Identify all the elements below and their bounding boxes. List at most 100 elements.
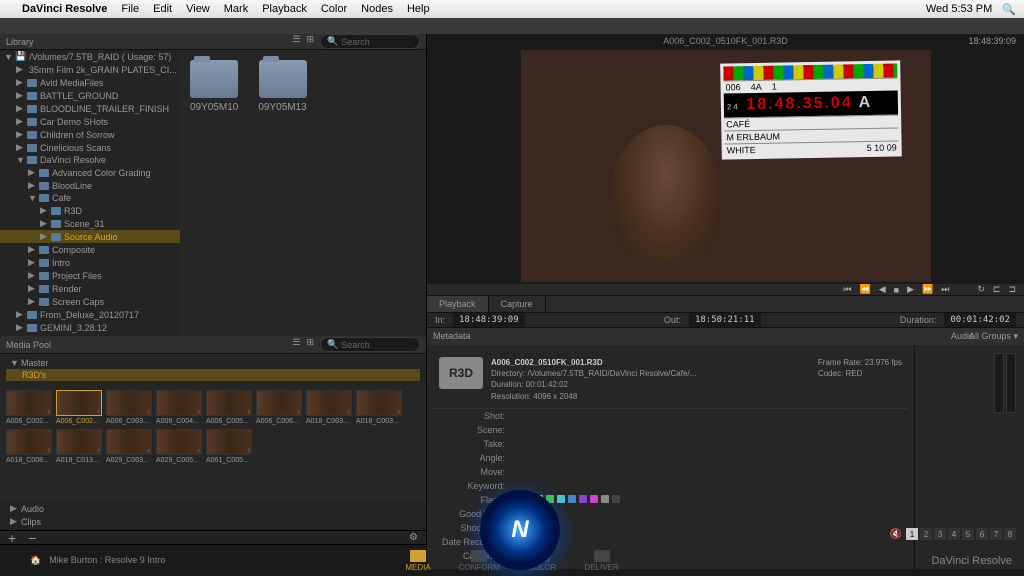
tree-root[interactable]: ▼💾/Volumes/7.5TB_RAID ( Usage: 57) xyxy=(0,50,180,63)
audio-page-button[interactable]: 7 xyxy=(990,528,1002,540)
audio-title: Audio xyxy=(951,331,974,341)
audio-page-button[interactable]: 1 xyxy=(906,528,918,540)
tree-item[interactable]: ▶Children of Sorrow xyxy=(0,128,180,141)
meta-field[interactable]: Take: xyxy=(433,437,908,451)
tree-item[interactable]: ▶Cinelicious Scans xyxy=(0,141,180,154)
audio-page-button[interactable]: 6 xyxy=(976,528,988,540)
meta-field[interactable]: Angle: xyxy=(433,451,908,465)
folder-item[interactable]: 09Y05M10 xyxy=(190,60,238,350)
menu-nodes[interactable]: Nodes xyxy=(361,3,393,15)
tree-item[interactable]: ▶Scene_31 xyxy=(0,217,180,230)
menu-mark[interactable]: Mark xyxy=(224,3,248,15)
menu-view[interactable]: View xyxy=(186,3,210,15)
menu-color[interactable]: Color xyxy=(321,3,347,15)
app-menu[interactable]: DaVinci Resolve xyxy=(22,3,107,15)
step-forward-button[interactable]: ⏩ xyxy=(922,284,933,295)
audio-page-button[interactable]: 5 xyxy=(962,528,974,540)
folder-item[interactable]: 09Y05M13 xyxy=(258,60,306,350)
tree-item[interactable]: ▶BloodLine xyxy=(0,179,180,192)
view-grid-icon[interactable]: ⊞ xyxy=(306,337,314,352)
meta-field[interactable]: Scene: xyxy=(433,423,908,437)
meta-field[interactable]: Shot: xyxy=(433,409,908,423)
bin-selected[interactable]: R3D's xyxy=(6,369,420,381)
bin-audio[interactable]: ▶Audio xyxy=(6,502,420,515)
audio-page-button[interactable]: 4 xyxy=(948,528,960,540)
tc-out[interactable]: 18:50:21:11 xyxy=(689,313,761,327)
menu-help[interactable]: Help xyxy=(407,3,430,15)
menu-file[interactable]: File xyxy=(121,3,139,15)
viewer-image[interactable]: 006 4A 1 24 18.48.35.04 A CAFÉ M ERLBAUM… xyxy=(521,50,931,282)
meta-field[interactable]: Keyword: xyxy=(433,479,908,493)
view-list-icon[interactable]: ☰ xyxy=(292,337,300,352)
page-conform[interactable]: CONFORM xyxy=(447,548,512,574)
meta-field[interactable]: Flags: xyxy=(433,493,908,507)
meta-field[interactable]: Shoot Day: xyxy=(433,521,908,535)
clip-tile[interactable]: A018_C013... xyxy=(56,429,102,464)
menu-playback[interactable]: Playback xyxy=(262,3,307,15)
play-button[interactable]: ▶ xyxy=(907,284,914,295)
view-list-icon[interactable]: ☰ xyxy=(292,34,300,49)
tree-item[interactable]: ▶Advanced Color Grading xyxy=(0,166,180,179)
metadata-groups-dropdown[interactable]: All Groups ▾ xyxy=(969,331,1018,342)
tree-item[interactable]: ▶Source Audio xyxy=(0,230,180,243)
audio-page-button[interactable]: 2 xyxy=(920,528,932,540)
tree-item[interactable]: ▶BLOODLINE_TRAILER_FINISH xyxy=(0,102,180,115)
page-deliver[interactable]: DELIVER xyxy=(572,548,630,574)
clip-tile[interactable]: A006_C002... xyxy=(6,390,52,425)
tree-item[interactable]: ▶Render xyxy=(0,282,180,295)
menu-edit[interactable]: Edit xyxy=(153,3,172,15)
tab-capture[interactable]: Capture xyxy=(489,296,546,312)
tree-item[interactable]: ▶35mm Film 2k_GRAIN PLATES_CI... xyxy=(0,63,180,76)
tree-item[interactable]: ▼DaVinci Resolve xyxy=(0,154,180,166)
clip-tile[interactable]: A006_C005... xyxy=(206,390,252,425)
clip-tile[interactable]: A061_C005... xyxy=(206,429,252,464)
pool-bins[interactable]: ▼Master R3D's xyxy=(0,354,426,384)
mute-button[interactable]: 🔇 xyxy=(890,529,902,540)
add-button[interactable]: + xyxy=(8,530,16,546)
tree-item[interactable]: ▶R3D xyxy=(0,204,180,217)
remove-button[interactable]: − xyxy=(28,530,36,546)
view-grid-icon[interactable]: ⊞ xyxy=(306,34,314,49)
bin-clips[interactable]: ▶Clips xyxy=(6,515,420,528)
audio-page-button[interactable]: 3 xyxy=(934,528,946,540)
tree-item[interactable]: ▶Composite xyxy=(0,243,180,256)
stop-button[interactable]: ■ xyxy=(894,285,899,295)
clip-tile[interactable]: A029_C003... xyxy=(106,429,152,464)
mark-in-button[interactable]: ⊏ xyxy=(993,284,1001,295)
meta-field[interactable]: Move: xyxy=(433,465,908,479)
clip-tile[interactable]: A006_C004... xyxy=(156,390,202,425)
clip-tile[interactable]: A006_C002... xyxy=(56,390,102,425)
clip-tile[interactable]: A006_C006... xyxy=(256,390,302,425)
tree-item[interactable]: ▶Screen Caps xyxy=(0,295,180,308)
clip-tile[interactable]: A018_C003... xyxy=(356,390,402,425)
goto-start-button[interactable]: ⏮ xyxy=(843,284,851,295)
play-reverse-button[interactable]: ◀ xyxy=(879,284,886,295)
tree-item[interactable]: ▶Car Demo SHots xyxy=(0,115,180,128)
tc-in[interactable]: 18:48:39:09 xyxy=(453,313,525,327)
audio-page-button[interactable]: 8 xyxy=(1004,528,1016,540)
tree-item[interactable]: ▶Avid MediaFiles xyxy=(0,76,180,89)
page-media[interactable]: MEDIA xyxy=(393,548,442,574)
spotlight-icon[interactable]: 🔍 xyxy=(1002,3,1016,16)
tree-item[interactable]: ▶GEMINI_3.28.12 xyxy=(0,321,180,334)
clip-tile[interactable]: A018_C008... xyxy=(6,429,52,464)
loop-button[interactable]: ↻ xyxy=(977,284,985,295)
tree-item[interactable]: ▶Intro xyxy=(0,256,180,269)
tree-item[interactable]: ▶BATTLE_GROUND xyxy=(0,89,180,102)
tab-playback[interactable]: Playback xyxy=(427,296,489,312)
tree-item[interactable]: ▶Project Files xyxy=(0,269,180,282)
options-icon[interactable]: ⚙ xyxy=(409,532,418,543)
step-back-button[interactable]: ⏪ xyxy=(860,284,871,295)
tree-item[interactable]: ▼Cafe xyxy=(0,192,180,204)
mark-out-button[interactable]: ⊐ xyxy=(1008,284,1016,295)
clip-tile[interactable]: A029_C005... xyxy=(156,429,202,464)
clip-tile[interactable]: A006_C003... xyxy=(106,390,152,425)
clip-tile[interactable]: A018_C003... xyxy=(306,390,352,425)
meta-field[interactable]: Good Take: xyxy=(433,507,908,521)
library-search-input[interactable]: 🔍Search xyxy=(320,34,420,49)
goto-end-button[interactable]: ⏭ xyxy=(941,284,949,295)
tree-item[interactable]: ▶From_Deluxe_20120717 xyxy=(0,308,180,321)
pool-search-input[interactable]: 🔍Search xyxy=(320,337,420,352)
library-tree[interactable]: ▼💾/Volumes/7.5TB_RAID ( Usage: 57) ▶35mm… xyxy=(0,50,180,360)
page-color[interactable]: COLOR xyxy=(516,548,568,574)
